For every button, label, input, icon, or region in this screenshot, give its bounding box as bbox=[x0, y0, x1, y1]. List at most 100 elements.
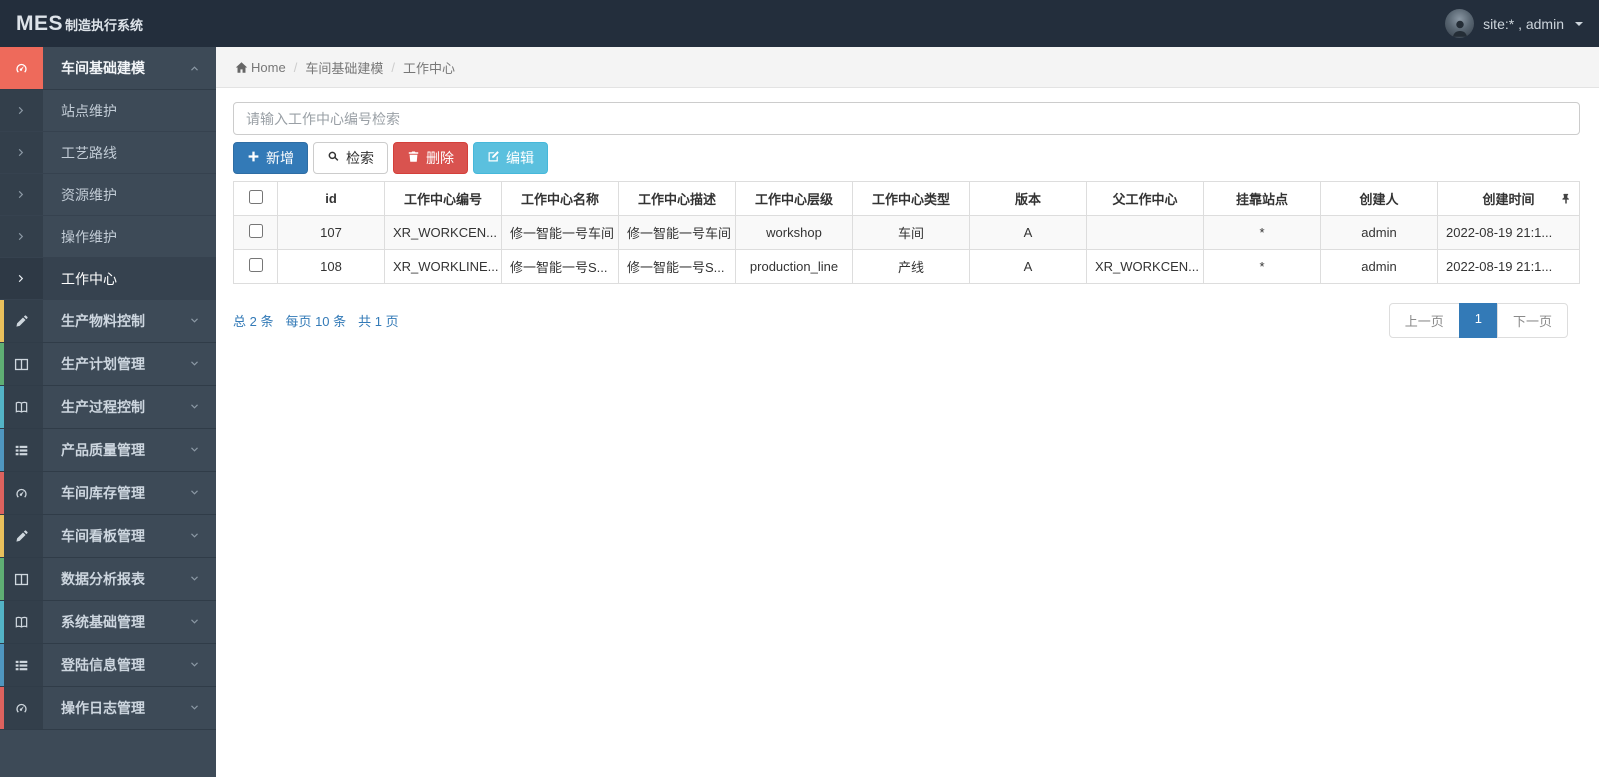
sidebar-group-workshop-modeling[interactable]: 车间基础建模 bbox=[0, 47, 216, 90]
search-button-label: 检索 bbox=[346, 150, 374, 166]
avatar[interactable] bbox=[1445, 9, 1475, 38]
column-header-7[interactable]: 版本 bbox=[969, 181, 1087, 216]
dashboard-icon bbox=[0, 47, 43, 89]
column-header-8[interactable]: 父工作中心 bbox=[1086, 181, 1204, 216]
sidebar-item-2[interactable]: 工艺路线 bbox=[0, 132, 216, 174]
cell: XR_WORKLINE... bbox=[384, 249, 502, 284]
pager: 上一页 1 下一页 bbox=[1388, 303, 1568, 338]
columns-icon bbox=[0, 558, 43, 600]
row-checkbox[interactable] bbox=[248, 224, 263, 238]
search-icon bbox=[327, 150, 340, 166]
sidebar-group-2[interactable]: 生产物料控制 bbox=[0, 300, 216, 343]
group-accent-bar bbox=[0, 515, 4, 557]
sidebar-group-8[interactable]: 数据分析报表 bbox=[0, 558, 216, 601]
chevron-down-icon bbox=[189, 531, 200, 542]
column-header-3[interactable]: 工作中心名称 bbox=[501, 181, 619, 216]
chevron-right-icon bbox=[0, 132, 43, 173]
column-header-1[interactable]: id bbox=[277, 181, 385, 216]
cell: * bbox=[1203, 249, 1321, 284]
pager-next[interactable]: 下一页 bbox=[1496, 303, 1568, 338]
delete-button-label: 删除 bbox=[426, 150, 454, 166]
pin-icon[interactable] bbox=[1560, 193, 1572, 205]
breadcrumb-item-2[interactable]: 车间基础建模 bbox=[305, 58, 383, 77]
cell: XR_WORKCEN... bbox=[1086, 249, 1204, 284]
sidebar-group-5[interactable]: 产品质量管理 bbox=[0, 429, 216, 472]
chevron-down-icon bbox=[189, 574, 200, 585]
column-header-4[interactable]: 工作中心描述 bbox=[618, 181, 736, 216]
select-all-checkbox[interactable] bbox=[248, 190, 263, 204]
chevron-down-icon bbox=[189, 617, 200, 628]
column-header-10[interactable]: 创建人 bbox=[1320, 181, 1438, 216]
breadcrumb-label: 车间基础建模 bbox=[305, 60, 384, 76]
add-button[interactable]: 新增 bbox=[233, 142, 308, 174]
pager-prev[interactable]: 上一页 bbox=[1388, 303, 1460, 338]
plus-icon bbox=[247, 150, 260, 166]
sidebar-subitems: 站点维护工艺路线资源维护操作维护工作中心 bbox=[0, 90, 216, 300]
group-accent-bar bbox=[0, 300, 4, 342]
group-accent-bar bbox=[0, 343, 4, 385]
caret-down-icon bbox=[1575, 21, 1583, 26]
chevron-down-icon bbox=[189, 402, 200, 413]
sidebar-group-10[interactable]: 登陆信息管理 bbox=[0, 644, 216, 687]
pager-page-1[interactable]: 1 bbox=[1458, 303, 1498, 338]
chevron-down-icon bbox=[189, 660, 200, 671]
cell bbox=[1086, 215, 1204, 250]
cell: admin bbox=[1320, 215, 1438, 250]
column-header-2[interactable]: 工作中心编号 bbox=[384, 181, 502, 216]
group-accent-bar bbox=[0, 386, 4, 428]
home-icon bbox=[235, 61, 248, 74]
breadcrumb: Home / 车间基础建模 / 工作中心 bbox=[216, 47, 1599, 88]
search-button[interactable]: 检索 bbox=[313, 142, 388, 174]
edit-button[interactable]: 编辑 bbox=[473, 142, 548, 174]
sidebar-item-5[interactable]: 工作中心 bbox=[0, 258, 216, 300]
sidebar-item-4[interactable]: 操作维护 bbox=[0, 216, 216, 258]
add-button-label: 新增 bbox=[266, 150, 294, 166]
cell: 108 bbox=[277, 249, 385, 284]
cell: production_line bbox=[735, 249, 853, 284]
columns-icon bbox=[0, 343, 43, 385]
cell: 2022-08-19 21:1... bbox=[1437, 215, 1580, 250]
sidebar: 车间基础建模 站点维护工艺路线资源维护操作维护工作中心 生产物料控制 生产计划管理… bbox=[0, 47, 216, 777]
dashboard-icon bbox=[0, 472, 43, 514]
table-row-1[interactable]: 107 XR_WORKCEN... 修一智能一号车间 修一智能一号车间 workshop… bbox=[233, 215, 1580, 250]
edit-button-label: 编辑 bbox=[506, 150, 534, 166]
sidebar-group-6[interactable]: 车间库存管理 bbox=[0, 472, 216, 515]
sidebar-item-3[interactable]: 资源维护 bbox=[0, 174, 216, 216]
toolbar: 新增 检索 删除 编辑 bbox=[233, 142, 1580, 174]
table-footer: 总 2 条 每页 10 条 共 1 页 上一页 1 下一页 bbox=[233, 303, 1580, 338]
cell: 修一智能一号S... bbox=[618, 249, 736, 284]
breadcrumb-separator: / bbox=[293, 59, 298, 75]
sidebar-group-7[interactable]: 车间看板管理 bbox=[0, 515, 216, 558]
table-row-2[interactable]: 108 XR_WORKLINE... 修一智能一号S... 修一智能一号S... pro… bbox=[233, 249, 1580, 284]
dashboard-icon bbox=[0, 687, 43, 729]
sidebar-item-label: 工作中心 bbox=[61, 270, 117, 287]
search-input[interactable] bbox=[233, 102, 1580, 135]
cell: A bbox=[969, 215, 1087, 250]
list-icon bbox=[0, 429, 43, 471]
column-header-6[interactable]: 工作中心类型 bbox=[852, 181, 970, 216]
column-header-5[interactable]: 工作中心层级 bbox=[735, 181, 853, 216]
group-accent-bar bbox=[0, 472, 4, 514]
sidebar-item-1[interactable]: 站点维护 bbox=[0, 90, 216, 132]
column-header-11[interactable]: 创建时间 bbox=[1437, 181, 1580, 216]
chevron-right-icon bbox=[0, 258, 43, 299]
list-icon bbox=[0, 644, 43, 686]
column-header-9[interactable]: 挂靠站点 bbox=[1203, 181, 1321, 216]
sidebar-item-label: 操作维护 bbox=[61, 228, 117, 245]
main-area: Home / 车间基础建模 / 工作中心 新增 检索 删除 编辑 id工作中心编号工作中心名称… bbox=[216, 47, 1599, 777]
row-checkbox-cell bbox=[233, 249, 278, 284]
breadcrumb-item-1[interactable]: Home bbox=[235, 60, 286, 75]
cell: 产线 bbox=[852, 249, 970, 284]
sidebar-group-9[interactable]: 系统基础管理 bbox=[0, 601, 216, 644]
row-checkbox[interactable] bbox=[248, 258, 263, 272]
user-menu[interactable]: site:* , admin bbox=[1445, 9, 1583, 38]
person-icon bbox=[1452, 20, 1467, 37]
sidebar-group-11[interactable]: 操作日志管理 bbox=[0, 687, 216, 730]
sidebar-group-3[interactable]: 生产计划管理 bbox=[0, 343, 216, 386]
sidebar-group-4[interactable]: 生产过程控制 bbox=[0, 386, 216, 429]
trash-icon bbox=[407, 150, 420, 166]
cell: admin bbox=[1320, 249, 1438, 284]
delete-button[interactable]: 删除 bbox=[393, 142, 468, 174]
cell: 107 bbox=[277, 215, 385, 250]
sidebar-item-label: 工艺路线 bbox=[61, 144, 117, 161]
